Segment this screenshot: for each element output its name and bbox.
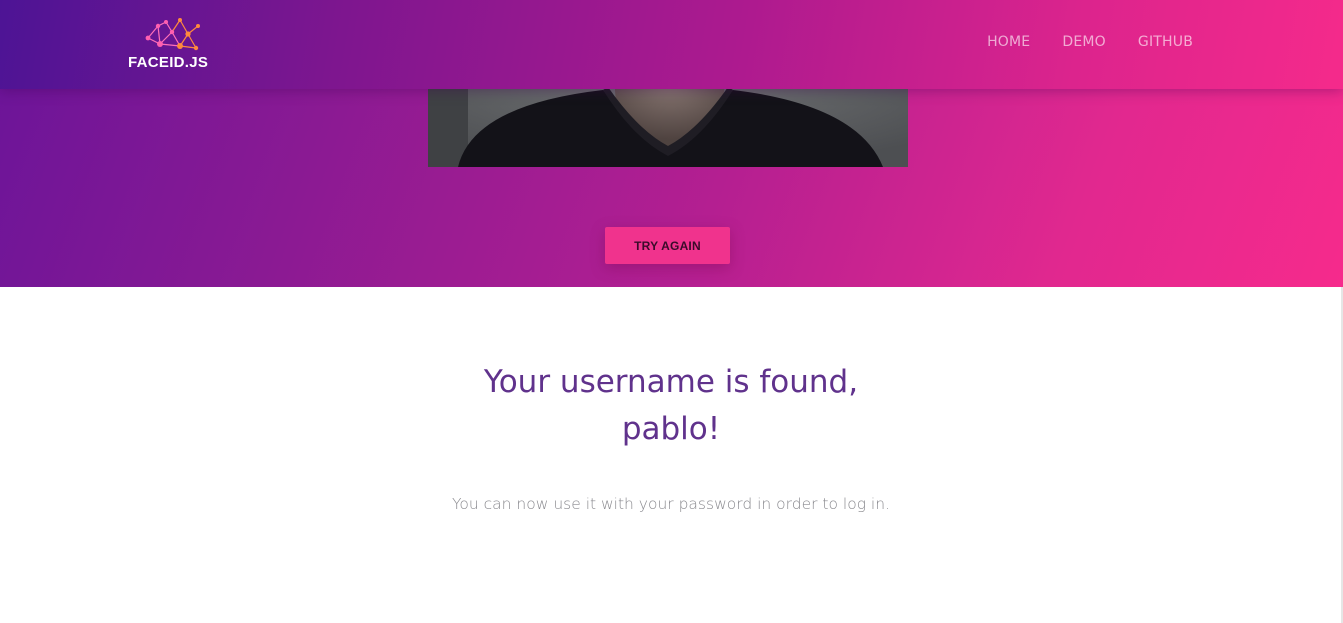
result-section: Your username is found, pablo! You can n… — [0, 287, 1343, 623]
nav-link-demo[interactable]: DEMO — [1062, 34, 1106, 50]
result-heading: Your username is found, pablo! — [371, 359, 971, 453]
navbar: FACEID.JS HOME DEMO GITHUB — [0, 0, 1343, 89]
brand-name: FACEID.JS — [128, 54, 209, 71]
main-nav: HOME DEMO GITHUB — [987, 34, 1193, 50]
result-message: You can now use it with your password in… — [452, 495, 890, 513]
result-heading-line2: pablo! — [621, 411, 721, 447]
brand-logo[interactable]: FACEID.JS — [128, 18, 218, 74]
try-again-button[interactable]: TRY AGAIN — [605, 227, 730, 264]
result-heading-line1: Your username is found, — [483, 364, 859, 400]
nav-link-home[interactable]: HOME — [987, 34, 1030, 50]
nav-link-github[interactable]: GITHUB — [1138, 34, 1193, 50]
network-nodes-logo-icon — [145, 18, 200, 51]
